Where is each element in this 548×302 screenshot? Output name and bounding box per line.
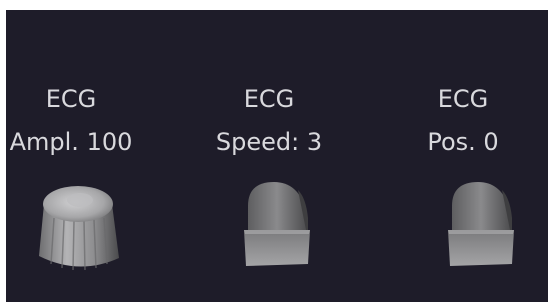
- ecg-amplitude-label: ECG: [45, 85, 97, 113]
- ecg-speed-value: Speed: 3: [215, 128, 323, 156]
- ecg-control-panel: ECG Ampl. 100 ECG Speed: 3 ECG Pos. 0: [6, 10, 548, 302]
- ecg-position-control: ECG Pos. 0: [378, 10, 548, 302]
- speed-switch[interactable]: [234, 178, 324, 278]
- round-knob-icon: [39, 186, 119, 271]
- switch-knob-icon: [448, 182, 514, 266]
- ecg-speed-control: ECG Speed: 3: [184, 10, 354, 302]
- ecg-position-label: ECG: [437, 85, 489, 113]
- ecg-position-value: Pos. 0: [427, 128, 499, 156]
- switch-knob-icon: [244, 182, 310, 266]
- amplitude-knob[interactable]: [34, 178, 124, 278]
- ecg-amplitude-value: Ampl. 100: [9, 128, 133, 156]
- ecg-amplitude-control: ECG Ampl. 100: [6, 10, 156, 302]
- ecg-speed-label: ECG: [243, 85, 295, 113]
- position-switch[interactable]: [438, 178, 528, 278]
